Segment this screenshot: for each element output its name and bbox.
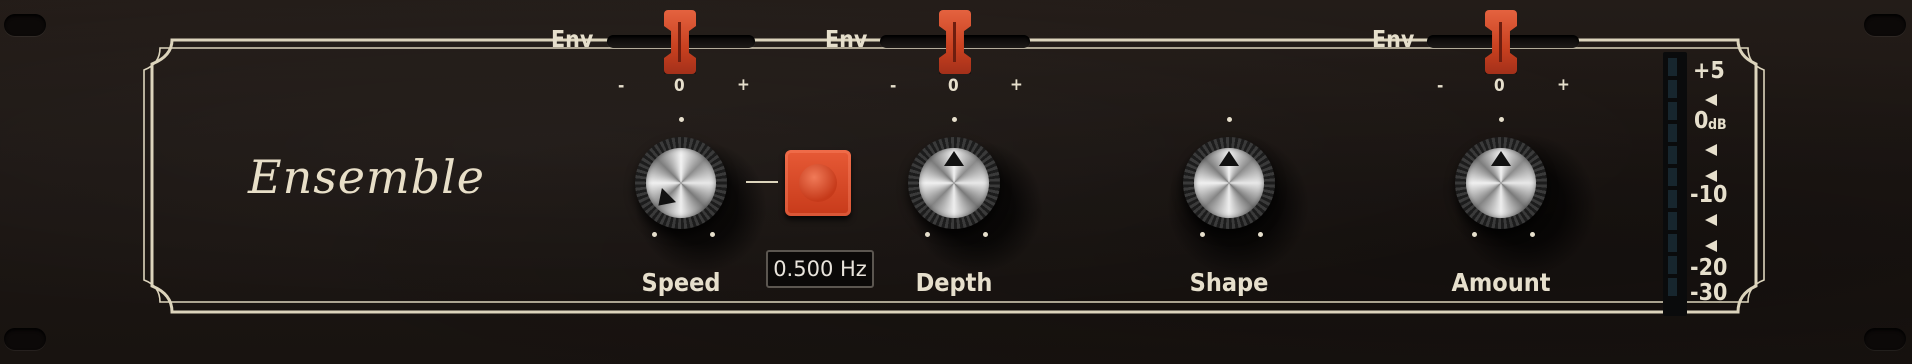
speed-knob-top-dot: [679, 117, 684, 122]
depth-knob-min-dot: [925, 232, 930, 237]
meter-segment: [1668, 102, 1677, 120]
depth-knob-top-dot: [952, 117, 957, 122]
env-zero-amount: 0: [1494, 76, 1505, 96]
tempo-sync-button[interactable]: [785, 150, 851, 216]
meter-segment: [1668, 256, 1677, 274]
meter-label-minus20: -20: [1690, 255, 1728, 281]
amount-knob-top-dot: [1499, 117, 1504, 122]
meter-segment: [1668, 58, 1677, 76]
meter-triangle-icon: [1705, 240, 1717, 252]
env-zero-depth: 0: [948, 76, 959, 96]
speed-label: Speed: [641, 268, 721, 297]
shape-label: Shape: [1189, 268, 1269, 297]
meter-segment: [1668, 168, 1677, 186]
meter-triangle-icon: [1705, 144, 1717, 156]
amount-knob-min-dot: [1472, 232, 1477, 237]
meter-segment: [1668, 190, 1677, 208]
amount-knob-max-dot: [1530, 232, 1535, 237]
meter-triangle-icon: [1705, 94, 1717, 106]
output-meter: [1663, 52, 1687, 316]
plugin-panel: Ensemble Env - 0 + Env - 0 + Env - 0 + S…: [0, 0, 1912, 364]
env-minus-depth: -: [890, 76, 897, 96]
env-plus-speed: +: [737, 75, 750, 95]
shape-knob-top-dot: [1227, 117, 1232, 122]
shape-knob-max-dot: [1258, 232, 1263, 237]
amount-label: Amount: [1451, 268, 1551, 297]
depth-knob-max-dot: [983, 232, 988, 237]
speed-knob[interactable]: [635, 137, 727, 229]
meter-segment: [1668, 146, 1677, 164]
env-label-speed: Env: [551, 27, 594, 53]
meter-segment: [1668, 124, 1677, 142]
shape-knob[interactable]: [1183, 137, 1275, 229]
env-zero-speed: 0: [674, 76, 685, 96]
env-plus-amount: +: [1557, 75, 1570, 95]
meter-label-minus10: -10: [1690, 182, 1728, 208]
meter-label-0: 0: [1694, 108, 1709, 134]
depth-label: Depth: [915, 268, 993, 297]
meter-label-db: dB: [1708, 117, 1727, 133]
amount-knob[interactable]: [1455, 137, 1547, 229]
speed-knob-cap: [646, 148, 716, 218]
shape-knob-min-dot: [1200, 232, 1205, 237]
meter-triangle-icon: [1705, 214, 1717, 226]
env-plus-depth: +: [1010, 75, 1023, 95]
meter-segment: [1668, 212, 1677, 230]
meter-segment: [1668, 278, 1677, 296]
meter-segment: [1668, 234, 1677, 252]
env-minus-amount: -: [1437, 76, 1444, 96]
meter-label-minus30: -30: [1690, 280, 1728, 306]
meter-triangle-icon: [1705, 170, 1717, 182]
env-label-amount: Env: [1372, 27, 1415, 53]
sync-link-line: [746, 181, 778, 183]
depth-knob[interactable]: [908, 137, 1000, 229]
speed-readout[interactable]: 0.500 Hz: [766, 250, 874, 288]
meter-segment: [1668, 80, 1677, 98]
plugin-title: Ensemble: [248, 150, 486, 204]
speed-knob-max-dot: [710, 232, 715, 237]
speed-knob-min-dot: [652, 232, 657, 237]
meter-label-plus5: +5: [1693, 58, 1725, 84]
env-minus-speed: -: [618, 76, 625, 96]
env-label-depth: Env: [825, 27, 868, 53]
